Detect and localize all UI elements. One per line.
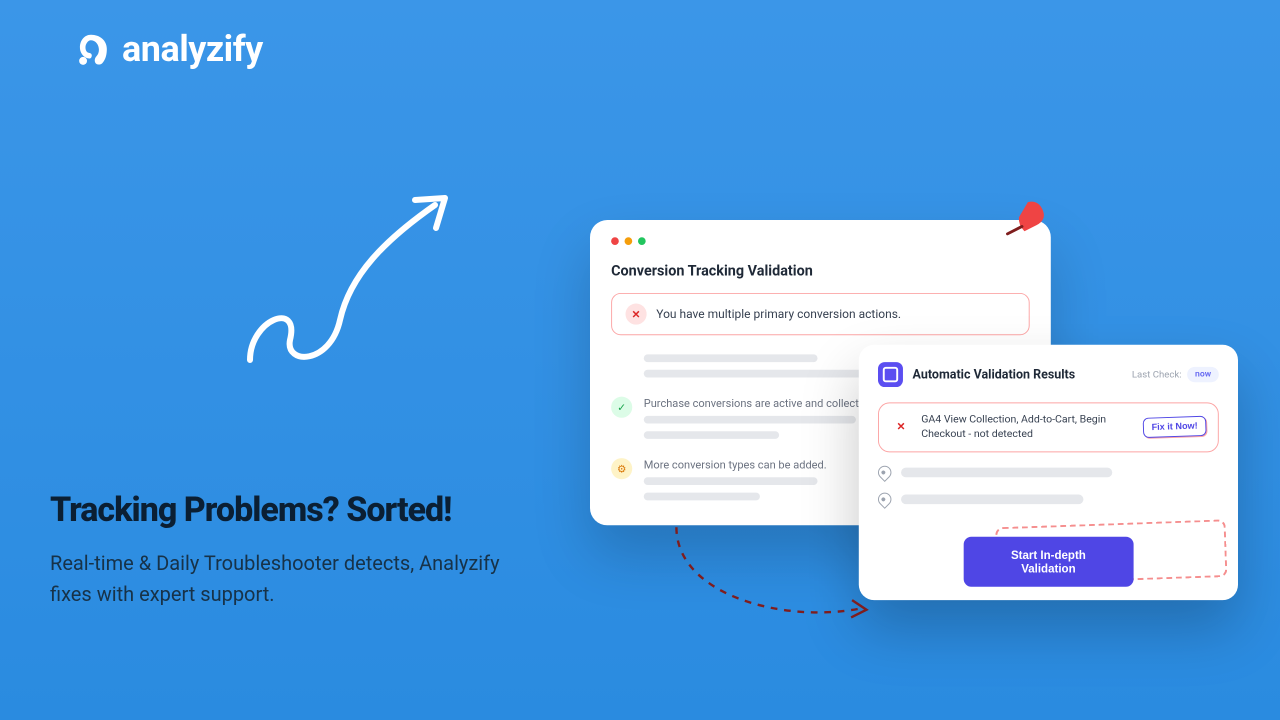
fix-it-now-button[interactable]: Fix it Now! (1143, 416, 1207, 438)
cube-icon (878, 362, 903, 387)
ga4-detection-error-alert: ✕ GA4 View Collection, Add-to-Cart, Begi… (878, 402, 1219, 452)
last-check-meta: Last Check: now (1132, 367, 1219, 382)
location-pin-icon (875, 463, 894, 482)
connector-arrow-icon (667, 518, 878, 633)
start-validation-button[interactable]: Start In-depth Validation (963, 537, 1133, 587)
last-check-badge: now (1187, 367, 1218, 382)
alert-text: GA4 View Collection, Add-to-Cart, Begin … (921, 413, 1133, 442)
hero-headline: Tracking Problems? Sorted! (50, 490, 530, 530)
card-title: Conversion Tracking Validation (611, 262, 1030, 279)
error-x-icon: ✕ (626, 304, 647, 325)
bulb-icon: ⚙ (611, 458, 632, 479)
primary-conversion-error-alert: ✕ You have multiple primary conversion a… (611, 293, 1030, 335)
hero-text: Tracking Problems? Sorted! Real-time & D… (50, 490, 530, 610)
window-close-icon (611, 237, 619, 245)
brand-name: analyzify (122, 28, 263, 70)
window-minimize-icon (625, 237, 633, 245)
analyzify-logo-icon (72, 30, 110, 68)
decorative-arrow-icon (230, 170, 470, 390)
automatic-validation-card: Automatic Validation Results Last Check:… (859, 345, 1238, 600)
check-icon: ✓ (611, 397, 632, 418)
window-controls (611, 237, 1030, 245)
brand-logo: analyzify (72, 28, 263, 70)
error-x-icon: ✕ (890, 417, 911, 438)
alert-text: You have multiple primary conversion act… (656, 307, 901, 321)
location-row (878, 465, 1219, 478)
location-row (878, 492, 1219, 505)
hero-subtext: Real-time & Daily Troubleshooter detects… (50, 548, 530, 610)
location-pin-icon (875, 490, 894, 509)
window-zoom-icon (638, 237, 646, 245)
validation-title: Automatic Validation Results (913, 367, 1123, 381)
